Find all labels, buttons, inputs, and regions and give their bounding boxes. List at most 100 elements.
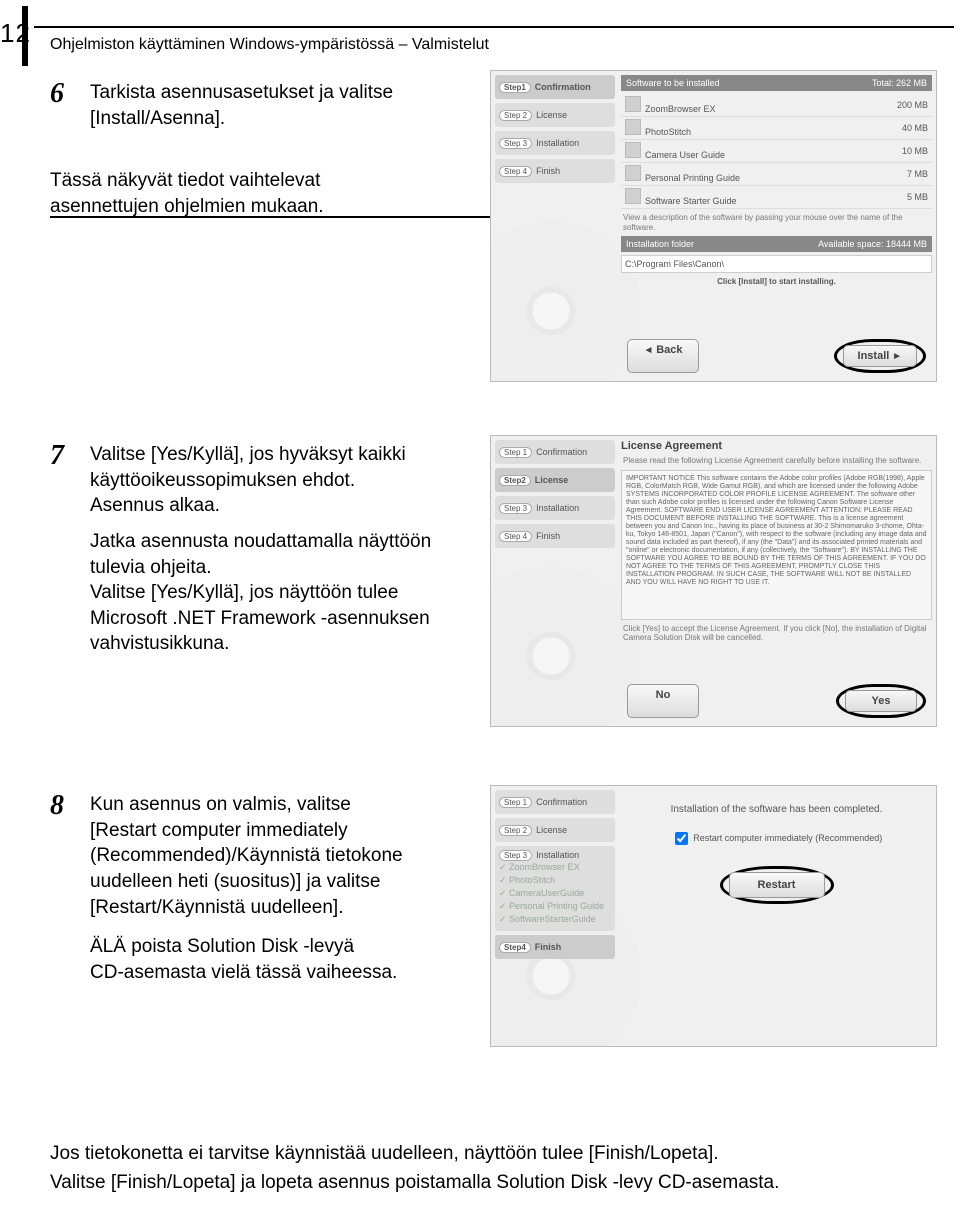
install-button[interactable]: Install ►: [843, 345, 917, 367]
step-7-line: Asennus alkaa.: [90, 495, 220, 516]
step-7-line: Jatka asennusta noudattamalla näyttöön: [90, 531, 431, 552]
sw-size: 5 MB: [907, 192, 928, 202]
installed-item: Personal Printing Guide: [499, 901, 611, 912]
page-bar: [22, 6, 28, 66]
step-tab-license[interactable]: Step 2License: [495, 818, 615, 842]
sw-name: PhotoStitch: [645, 127, 691, 137]
step-tab-confirmation[interactable]: Step 1Confirmation: [495, 440, 615, 464]
step-label: Finish: [536, 166, 560, 176]
step-8-line: [Restart computer immediately: [90, 820, 348, 841]
app-icon: [625, 119, 641, 135]
breadcrumb: Ohjelmiston käyttäminen Windows-ympärist…: [50, 36, 489, 54]
software-row: Personal Printing Guide 7 MB: [621, 163, 932, 186]
software-panel: Software to be installed Total: 262 MB Zo…: [621, 75, 932, 377]
step-8-line: CD-asemasta vielä tässä vaiheessa.: [90, 962, 397, 983]
finish-message: Installation of the software has been co…: [621, 804, 932, 815]
band-title: Software to be installed: [626, 78, 720, 88]
restart-checkbox-row: Restart computer immediately (Recommende…: [621, 829, 932, 848]
description-hint: View a description of the software by pa…: [623, 213, 930, 232]
header-rule: [34, 26, 954, 28]
step-label: Confirmation: [536, 447, 587, 457]
step-tab-installation[interactable]: Step 3Installation: [495, 131, 615, 155]
step-8-line: Kun asennus on valmis, valitse: [90, 794, 351, 815]
sw-name: Software Starter Guide: [645, 196, 737, 206]
step-6-note: Tässä näkyvät tiedot vaihtelevat asennet…: [50, 168, 324, 219]
folder-avail: Available space: 18444 MB: [818, 239, 927, 249]
screenshot-finish: Step 1Confirmation Step 2License Step 3I…: [490, 785, 937, 1047]
software-row: Software Starter Guide 5 MB: [621, 186, 932, 209]
step-7-line: tulevia ohjeita.: [90, 557, 211, 578]
step-tab-installation[interactable]: Step 3Installation: [495, 496, 615, 520]
sw-size: 7 MB: [907, 169, 928, 179]
step-7-line: Valitse [Yes/Kyllä], jos näyttöön tulee: [90, 582, 398, 603]
step-8-number: 8: [50, 790, 64, 822]
step-tab-confirmation[interactable]: Step 1Confirmation: [495, 790, 615, 814]
step-7-line: Valitse [Yes/Kyllä], jos hyväksyt kaikki: [90, 444, 406, 465]
step-tab-license[interactable]: Step 2License: [495, 103, 615, 127]
sw-name: ZoomBrowser EX: [645, 104, 716, 114]
finish-panel: Installation of the software has been co…: [621, 790, 932, 1042]
callout-line: [50, 216, 540, 218]
step-label: Confirmation: [535, 82, 591, 92]
sw-name: Personal Printing Guide: [645, 173, 740, 183]
installed-item: SoftwareStarterGuide: [499, 914, 611, 925]
license-title: License Agreement: [621, 440, 932, 452]
license-panel: License Agreement Please read the follow…: [621, 440, 932, 722]
step-tab-installation[interactable]: Step 3Installation ZoomBrowser EX PhotoS…: [495, 846, 615, 931]
software-header: Software to be installed Total: 262 MB: [621, 75, 932, 91]
step-6-note2: asennettujen ohjelmien mukaan.: [50, 196, 324, 217]
step-8-line: ÄLÄ poista Solution Disk -levyä: [90, 936, 354, 957]
step-8-line: uudelleen heti (suositus)] ja valitse: [90, 871, 380, 892]
step-tab-confirmation[interactable]: Step1Confirmation: [495, 75, 615, 99]
no-button[interactable]: No: [627, 684, 699, 718]
sw-size: 200 MB: [897, 100, 928, 110]
folder-path: C:\Program Files\Canon\: [621, 255, 932, 273]
band-total: Total: 262 MB: [872, 78, 927, 88]
software-row: PhotoStitch 40 MB: [621, 117, 932, 140]
restart-button[interactable]: Restart: [729, 872, 825, 898]
footer-line: Jos tietokonetta ei tarvitse käynnistää …: [50, 1143, 719, 1164]
step-tab-finish[interactable]: Step 4Finish: [495, 524, 615, 548]
installed-item: CameraUserGuide: [499, 888, 611, 899]
installed-item: ZoomBrowser EX: [499, 862, 611, 873]
step-7-line: vahvistusikkuna.: [90, 633, 229, 654]
back-button[interactable]: ◄ Back: [627, 339, 699, 373]
step-label: Installation: [536, 850, 579, 860]
sw-size: 10 MB: [902, 146, 928, 156]
install-highlight: Install ►: [834, 339, 926, 373]
step-7-line: Microsoft .NET Framework -asennuksen: [90, 608, 430, 629]
step-6-line1: Tarkista asennusasetukset ja valitse: [90, 82, 393, 103]
step-label: Installation: [536, 503, 579, 513]
step-6-number: 6: [50, 78, 64, 110]
step-label: License: [535, 475, 569, 485]
step-label: License: [536, 825, 567, 835]
yes-button[interactable]: Yes: [845, 690, 917, 712]
step-tab-finish[interactable]: Step 4Finish: [495, 159, 615, 183]
step-tab-finish[interactable]: Step4Finish: [495, 935, 615, 959]
sw-size: 40 MB: [902, 123, 928, 133]
step-8-text: Kun asennus on valmis, valitse [Restart …: [90, 792, 403, 985]
step-label: Confirmation: [536, 797, 587, 807]
license-text[interactable]: IMPORTANT NOTICE This software contains …: [621, 470, 932, 620]
step-6-text: Tarkista asennusasetukset ja valitse [In…: [90, 80, 393, 131]
yes-highlight: Yes: [836, 684, 926, 718]
step-8-line: (Recommended)/Käynnistä tietokone: [90, 845, 403, 866]
app-icon: [625, 142, 641, 158]
step-label: Finish: [535, 942, 562, 952]
folder-header: Installation folderAvailable space: 1844…: [621, 236, 932, 252]
restart-highlight: Restart: [720, 866, 834, 904]
step-tab-license[interactable]: Step2License: [495, 468, 615, 492]
step-list: Step 1Confirmation Step2License Step 3In…: [495, 440, 615, 552]
step-label: License: [536, 110, 567, 120]
step-label: Installation: [536, 138, 579, 148]
software-row: Camera User Guide10 MB: [621, 140, 932, 163]
license-hint: Click [Yes] to accept the License Agreem…: [623, 624, 930, 643]
restart-checkbox[interactable]: [675, 832, 688, 845]
cd-graphic: [490, 566, 641, 727]
cd-graphic: [490, 221, 641, 382]
app-icon: [625, 96, 641, 112]
step-7-number: 7: [50, 440, 64, 472]
restart-checkbox-label: Restart computer immediately (Recommende…: [693, 833, 882, 843]
step-list: Step1Confirmation Step 2License Step 3In…: [495, 75, 615, 187]
step-6-note1: Tässä näkyvät tiedot vaihtelevat: [50, 170, 320, 191]
